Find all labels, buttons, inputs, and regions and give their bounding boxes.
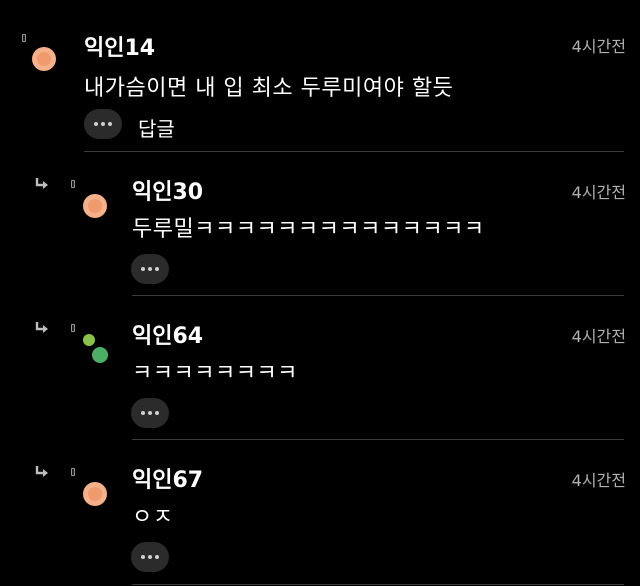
nickname[interactable]: 익인64 <box>132 318 203 350</box>
more-dots-icon <box>141 267 145 271</box>
marker-icon <box>22 34 26 42</box>
reply-arrow-icon <box>35 322 48 333</box>
comment-text: ㅇㅈ <box>132 505 174 530</box>
reply-item: 익인30 4시간전 두루밀ㅋㅋㅋㅋㅋㅋㅋㅋㅋㅋㅋㅋㅋㅋ <box>0 152 640 296</box>
reply-item: 익인64 4시간전 ㅋㅋㅋㅋㅋㅋㅋㅋ <box>0 296 640 440</box>
timestamp: 4시간전 <box>571 471 626 490</box>
more-button[interactable] <box>84 109 122 139</box>
more-button[interactable] <box>131 398 169 428</box>
comment-text: 내가슴이면 내 입 최소 두루미여야 할듯 <box>84 76 454 101</box>
timestamp: 4시간전 <box>571 327 626 346</box>
avatar[interactable] <box>83 482 107 506</box>
avatar[interactable] <box>80 332 110 364</box>
nickname[interactable]: 익인67 <box>132 462 203 494</box>
avatar[interactable] <box>83 194 107 218</box>
avatar[interactable] <box>32 47 56 71</box>
more-dots-icon <box>94 122 98 126</box>
nickname[interactable]: 익인30 <box>132 174 203 206</box>
more-dots-icon <box>141 555 145 559</box>
more-dots-icon <box>141 411 145 415</box>
timestamp: 4시간전 <box>571 37 626 56</box>
more-button[interactable] <box>131 542 169 572</box>
nickname[interactable]: 익인14 <box>84 30 155 62</box>
reply-arrow-icon <box>35 178 48 189</box>
comment-text: ㅋㅋㅋㅋㅋㅋㅋㅋ <box>132 361 298 386</box>
comment-text: 두루밀ㅋㅋㅋㅋㅋㅋㅋㅋㅋㅋㅋㅋㅋㅋ <box>132 217 485 242</box>
more-button[interactable] <box>131 254 169 284</box>
divider <box>132 584 624 585</box>
marker-icon <box>71 468 75 476</box>
reply-item: 익인67 4시간전 ㅇㅈ <box>0 440 640 586</box>
reply-button[interactable]: 답글 <box>138 113 175 142</box>
reply-arrow-icon <box>35 466 48 477</box>
comment-item: 익인14 4시간전 내가슴이면 내 입 최소 두루미여야 할듯 답글 <box>0 0 640 152</box>
timestamp: 4시간전 <box>571 183 626 202</box>
marker-icon <box>71 324 75 332</box>
marker-icon <box>71 180 75 188</box>
